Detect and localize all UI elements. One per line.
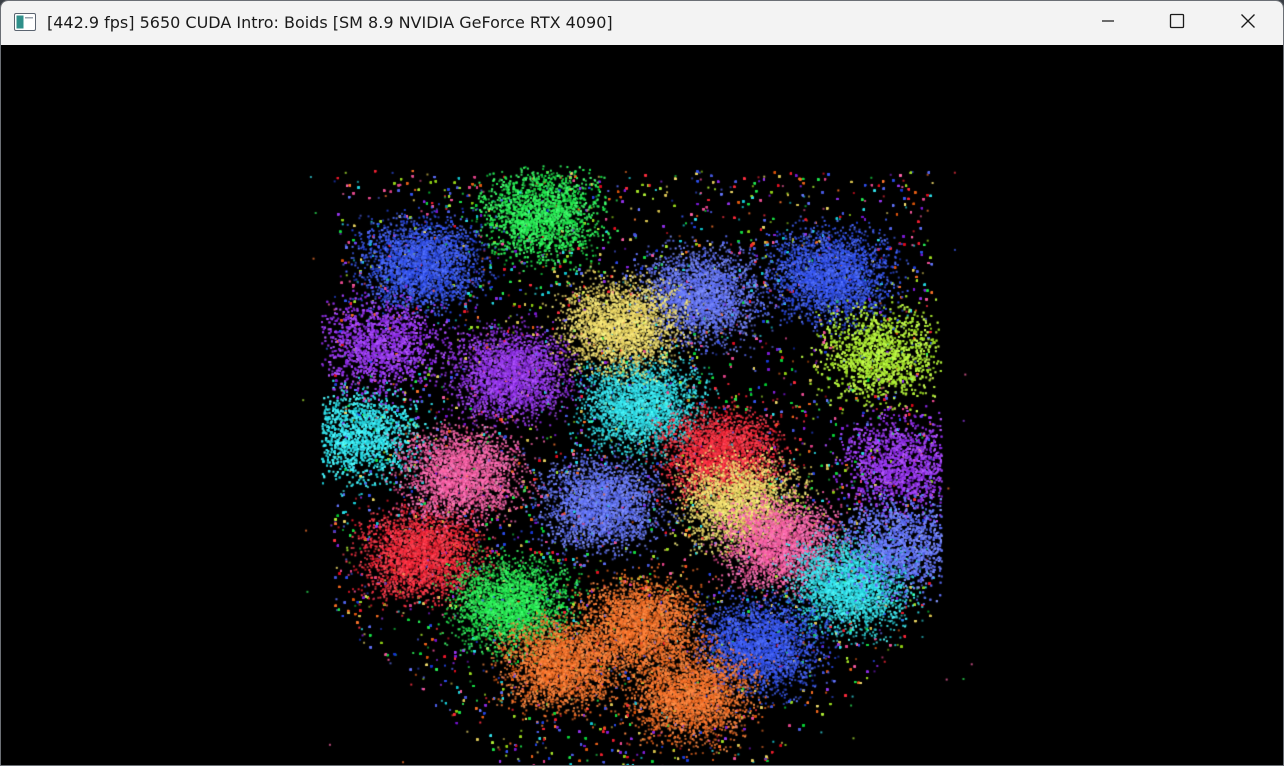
maximize-icon	[1169, 13, 1185, 33]
boids-window: [442.9 fps] 5650 CUDA Intro: Boids [SM 8…	[0, 0, 1284, 766]
title-bar[interactable]: [442.9 fps] 5650 CUDA Intro: Boids [SM 8…	[1, 1, 1283, 45]
minimize-icon	[1100, 13, 1116, 33]
minimize-button[interactable]	[1073, 1, 1143, 45]
close-button[interactable]	[1213, 1, 1283, 45]
window-title: [442.9 fps] 5650 CUDA Intro: Boids [SM 8…	[47, 13, 613, 32]
boids-simulation-viewport[interactable]	[1, 45, 1283, 765]
boids-particle-canvas[interactable]	[1, 45, 1283, 765]
app-window-icon	[14, 13, 36, 31]
close-icon	[1240, 13, 1256, 33]
maximize-button[interactable]	[1142, 1, 1212, 45]
